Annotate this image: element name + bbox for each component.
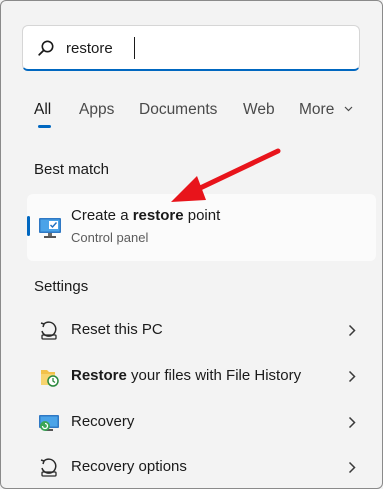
search-icon [38,40,54,56]
monitor-checklist-icon [39,218,61,238]
chevron-right-icon [348,461,356,474]
settings-item-reset-pc[interactable]: Reset this PC [27,310,376,350]
settings-item-file-history[interactable]: Restore your files with File History [27,356,376,396]
settings-item-label: Recovery options [71,458,187,475]
tab-all[interactable]: All [34,101,51,119]
settings-item-label: Restore your files with File History [71,367,302,384]
filter-tabs: All Apps Documents Web More [0,96,383,132]
settings-item-label: Recovery [71,413,135,430]
recovery-options-icon [40,458,57,477]
chevron-right-icon [348,416,356,429]
settings-item-recovery-options[interactable]: Recovery options [27,447,376,487]
chevron-down-icon [344,106,353,112]
best-match-result[interactable]: Create a restore point Control panel [27,194,376,261]
search-input[interactable] [66,36,336,60]
tab-web[interactable]: Web [243,101,275,119]
settings-item-recovery[interactable]: Recovery [27,402,376,442]
reset-pc-icon [40,321,57,340]
settings-item-label: Reset this PC [71,321,163,338]
settings-heading: Settings [34,278,89,295]
tab-documents[interactable]: Documents [139,101,217,119]
best-match-subtitle: Control panel [71,230,149,245]
tab-more[interactable]: More [299,101,353,119]
file-history-icon [41,370,59,387]
chevron-right-icon [348,324,356,337]
tab-more-label: More [299,101,335,118]
active-tab-indicator [38,125,51,128]
selection-accent [27,216,30,236]
chevron-right-icon [348,370,356,383]
tab-apps[interactable]: Apps [79,101,114,119]
best-match-title: Create a restore point [71,207,221,224]
recovery-icon [39,415,59,431]
best-match-heading: Best match [34,161,110,178]
text-caret [134,37,135,59]
search-box[interactable] [22,25,360,71]
